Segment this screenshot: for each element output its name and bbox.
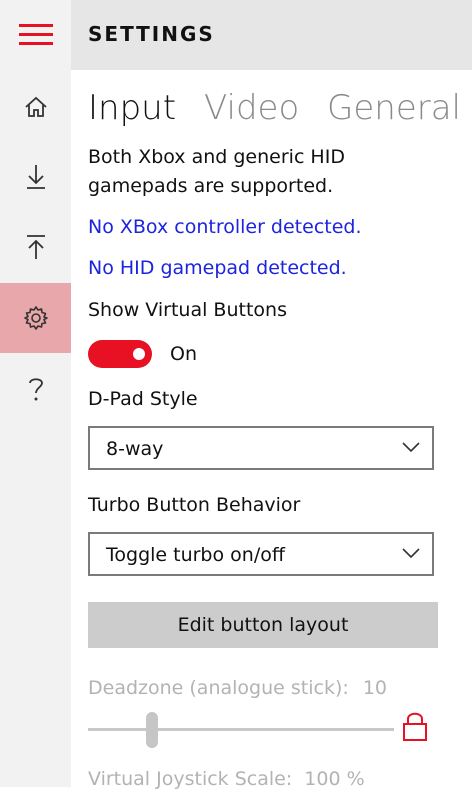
nav-help-button[interactable] — [0, 354, 71, 424]
support-info-line1: Both Xbox and generic HID — [88, 146, 345, 168]
edit-button-layout-label: Edit button layout — [177, 614, 349, 636]
download-icon — [26, 165, 45, 189]
nav-settings-button[interactable] — [0, 283, 71, 353]
turbo-behavior-dropdown[interactable]: Toggle turbo on/off — [88, 532, 434, 576]
tab-input[interactable]: Input — [88, 88, 176, 128]
chevron-down-icon — [402, 548, 420, 559]
navigation-rail — [0, 0, 71, 787]
tab-general[interactable]: General — [327, 88, 461, 128]
nav-download-button[interactable] — [0, 142, 71, 212]
upload-icon — [26, 235, 45, 259]
chevron-down-icon — [402, 442, 420, 453]
deadzone-label: Deadzone (analogue stick): 10 — [88, 677, 387, 699]
turbo-behavior-value: Toggle turbo on/off — [106, 544, 285, 566]
deadzone-slider-track[interactable] — [88, 728, 394, 731]
deadzone-slider-thumb[interactable] — [146, 712, 158, 748]
turbo-behavior-label: Turbo Button Behavior — [88, 494, 301, 516]
dpad-style-value: 8-way — [106, 438, 164, 460]
header-bar: SETTINGS — [71, 0, 472, 70]
hamburger-icon — [18, 24, 53, 45]
toggle-state-label: On — [170, 343, 197, 365]
dpad-style-dropdown[interactable]: 8-way — [88, 426, 434, 470]
gear-icon — [23, 306, 48, 330]
xbox-status-text: No XBox controller detected. — [88, 216, 362, 238]
hamburger-menu-button[interactable] — [0, 0, 71, 70]
support-info-line2: gamepads are supported. — [88, 175, 334, 197]
edit-button-layout-button[interactable]: Edit button layout — [88, 602, 438, 648]
deadzone-value: 10 — [362, 677, 387, 699]
home-icon — [24, 96, 47, 117]
tab-video[interactable]: Video — [204, 88, 299, 128]
show-virtual-buttons-toggle[interactable] — [88, 340, 152, 368]
page-title: SETTINGS — [88, 22, 215, 46]
dpad-style-label: D-Pad Style — [88, 388, 198, 410]
show-virtual-buttons-label: Show Virtual Buttons — [88, 299, 287, 321]
deadzone-label-text: Deadzone (analogue stick): — [88, 677, 349, 699]
help-icon — [28, 378, 43, 401]
toggle-knob — [133, 348, 145, 360]
nav-home-button[interactable] — [0, 72, 71, 142]
lock-icon[interactable] — [402, 710, 428, 742]
nav-upload-button[interactable] — [0, 212, 71, 282]
hid-status-text: No HID gamepad detected. — [88, 257, 347, 279]
